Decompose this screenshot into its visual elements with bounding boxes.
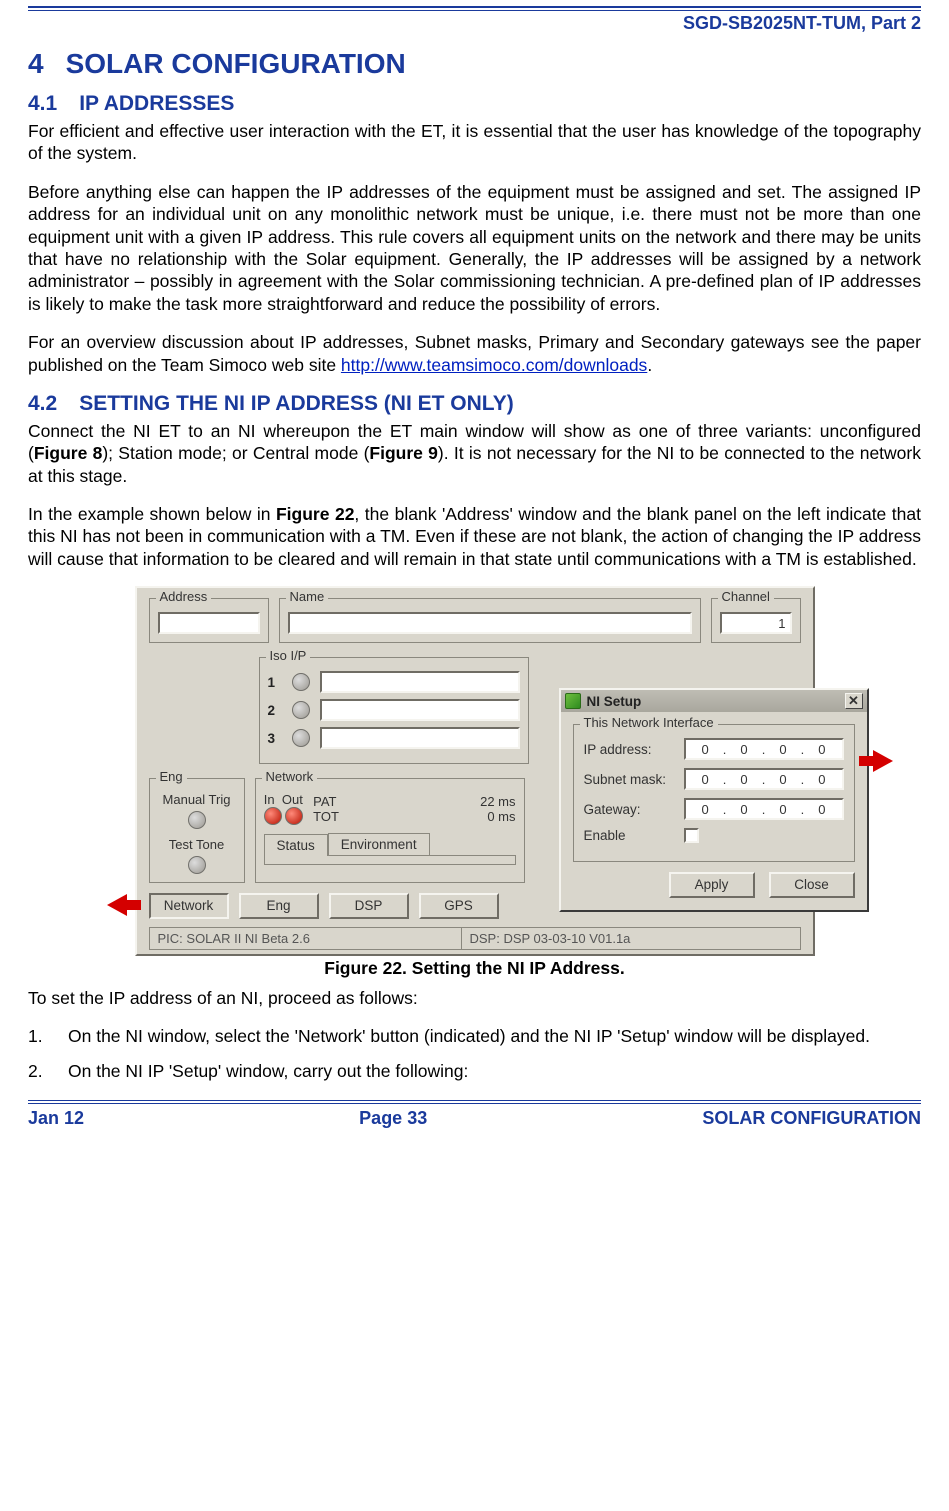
arrow-network-indicator-icon: [107, 894, 127, 916]
para: Connect the NI ET to an NI whereupon the…: [28, 420, 921, 487]
iso-row-1: 1: [268, 671, 520, 693]
figure-caption: Figure 22. Setting the NI IP Address.: [28, 958, 921, 979]
channel-group: Channel 1: [711, 598, 801, 643]
apply-button[interactable]: Apply: [669, 872, 755, 898]
section-4-1-heading: 4.1IP ADDRESSES: [28, 92, 921, 116]
iso-row-3: 3: [268, 727, 520, 749]
footer-date: Jan 12: [28, 1108, 84, 1129]
section-4-heading: 4SOLAR CONFIGURATION: [28, 48, 921, 80]
figure-22: Address Name Channel 1 Iso I/P 1: [28, 586, 921, 956]
ni-setup-dialog: NI Setup ✕ This Network Interface IP add…: [559, 688, 869, 912]
page-footer: Jan 12 Page 33 SOLAR CONFIGURATION: [28, 1104, 921, 1129]
doc-id: SGD-SB2025NT-TUM, Part 2: [28, 11, 921, 38]
iso-ip-group: Iso I/P 1 2 3: [259, 657, 529, 764]
iso-input-3[interactable]: [320, 727, 520, 749]
address-group: Address: [149, 598, 269, 643]
name-group: Name: [279, 598, 701, 643]
close-button[interactable]: Close: [769, 872, 855, 898]
section-4-2-heading: 4.2SETTING THE NI IP ADDRESS (NI ET ONLY…: [28, 392, 921, 416]
this-ni-group: This Network Interface IP address: 0. 0.…: [573, 724, 855, 862]
para: For an overview discussion about IP addr…: [28, 331, 921, 376]
manual-trig-led: [188, 811, 206, 829]
enable-row: Enable: [584, 828, 844, 843]
ni-main-window: Address Name Channel 1 Iso I/P 1: [135, 586, 815, 956]
arrow-ip-indicator-icon: [873, 750, 893, 772]
subnet-mask-input[interactable]: 0. 0. 0. 0: [684, 768, 844, 790]
steps-list: 1.On the NI window, select the 'Network'…: [28, 1026, 921, 1082]
iso-input-1[interactable]: [320, 671, 520, 693]
pic-status: PIC: SOLAR II NI Beta 2.6: [150, 928, 462, 949]
enable-checkbox[interactable]: [684, 828, 699, 843]
iso-led-2: [292, 701, 310, 719]
network-group: Network In Out PAT TOT 22 ms 0 ms: [255, 778, 525, 883]
para: For efficient and effective user interac…: [28, 120, 921, 165]
para: Before anything else can happen the IP a…: [28, 181, 921, 315]
footer-page: Page 33: [84, 1108, 702, 1129]
name-input[interactable]: [288, 612, 692, 634]
environment-tab[interactable]: Environment: [328, 833, 430, 855]
ip-address-input[interactable]: 0. 0. 0. 0: [684, 738, 844, 760]
eng-button[interactable]: Eng: [239, 893, 319, 919]
ip-address-row: IP address: 0. 0. 0. 0: [584, 738, 844, 760]
test-tone-led: [188, 856, 206, 874]
subnet-mask-row: Subnet mask: 0. 0. 0. 0: [584, 768, 844, 790]
network-tabs: Status Environment: [264, 833, 516, 855]
para: To set the IP address of an NI, proceed …: [28, 987, 921, 1009]
net-in-led: [264, 807, 282, 825]
gps-button[interactable]: GPS: [419, 893, 499, 919]
footer-section: SOLAR CONFIGURATION: [702, 1108, 921, 1129]
eng-group: Eng Manual Trig Test Tone: [149, 778, 245, 883]
channel-input[interactable]: 1: [720, 612, 792, 634]
test-tone-label: Test Tone: [158, 837, 236, 852]
list-item: 1.On the NI window, select the 'Network'…: [28, 1026, 921, 1047]
network-button[interactable]: Network: [149, 893, 229, 919]
ni-setup-title: NI Setup: [587, 694, 839, 709]
ni-setup-icon: [565, 693, 581, 709]
status-bar: PIC: SOLAR II NI Beta 2.6 DSP: DSP 03-03…: [149, 927, 801, 950]
gateway-input[interactable]: 0. 0. 0. 0: [684, 798, 844, 820]
status-tab[interactable]: Status: [264, 834, 328, 856]
gateway-row: Gateway: 0. 0. 0. 0: [584, 798, 844, 820]
iso-row-2: 2: [268, 699, 520, 721]
iso-input-2[interactable]: [320, 699, 520, 721]
manual-trig-label: Manual Trig: [158, 792, 236, 807]
para: In the example shown below in Figure 22,…: [28, 503, 921, 570]
downloads-link[interactable]: http://www.teamsimoco.com/downloads: [341, 355, 647, 375]
net-out-led: [285, 807, 303, 825]
ni-setup-titlebar: NI Setup ✕: [561, 690, 867, 712]
dsp-status: DSP: DSP 03-03-10 V01.1a: [462, 928, 639, 949]
address-input[interactable]: [158, 612, 260, 634]
dsp-button[interactable]: DSP: [329, 893, 409, 919]
iso-led-1: [292, 673, 310, 691]
iso-led-3: [292, 729, 310, 747]
close-icon[interactable]: ✕: [845, 693, 863, 709]
list-item: 2.On the NI IP 'Setup' window, carry out…: [28, 1061, 921, 1082]
